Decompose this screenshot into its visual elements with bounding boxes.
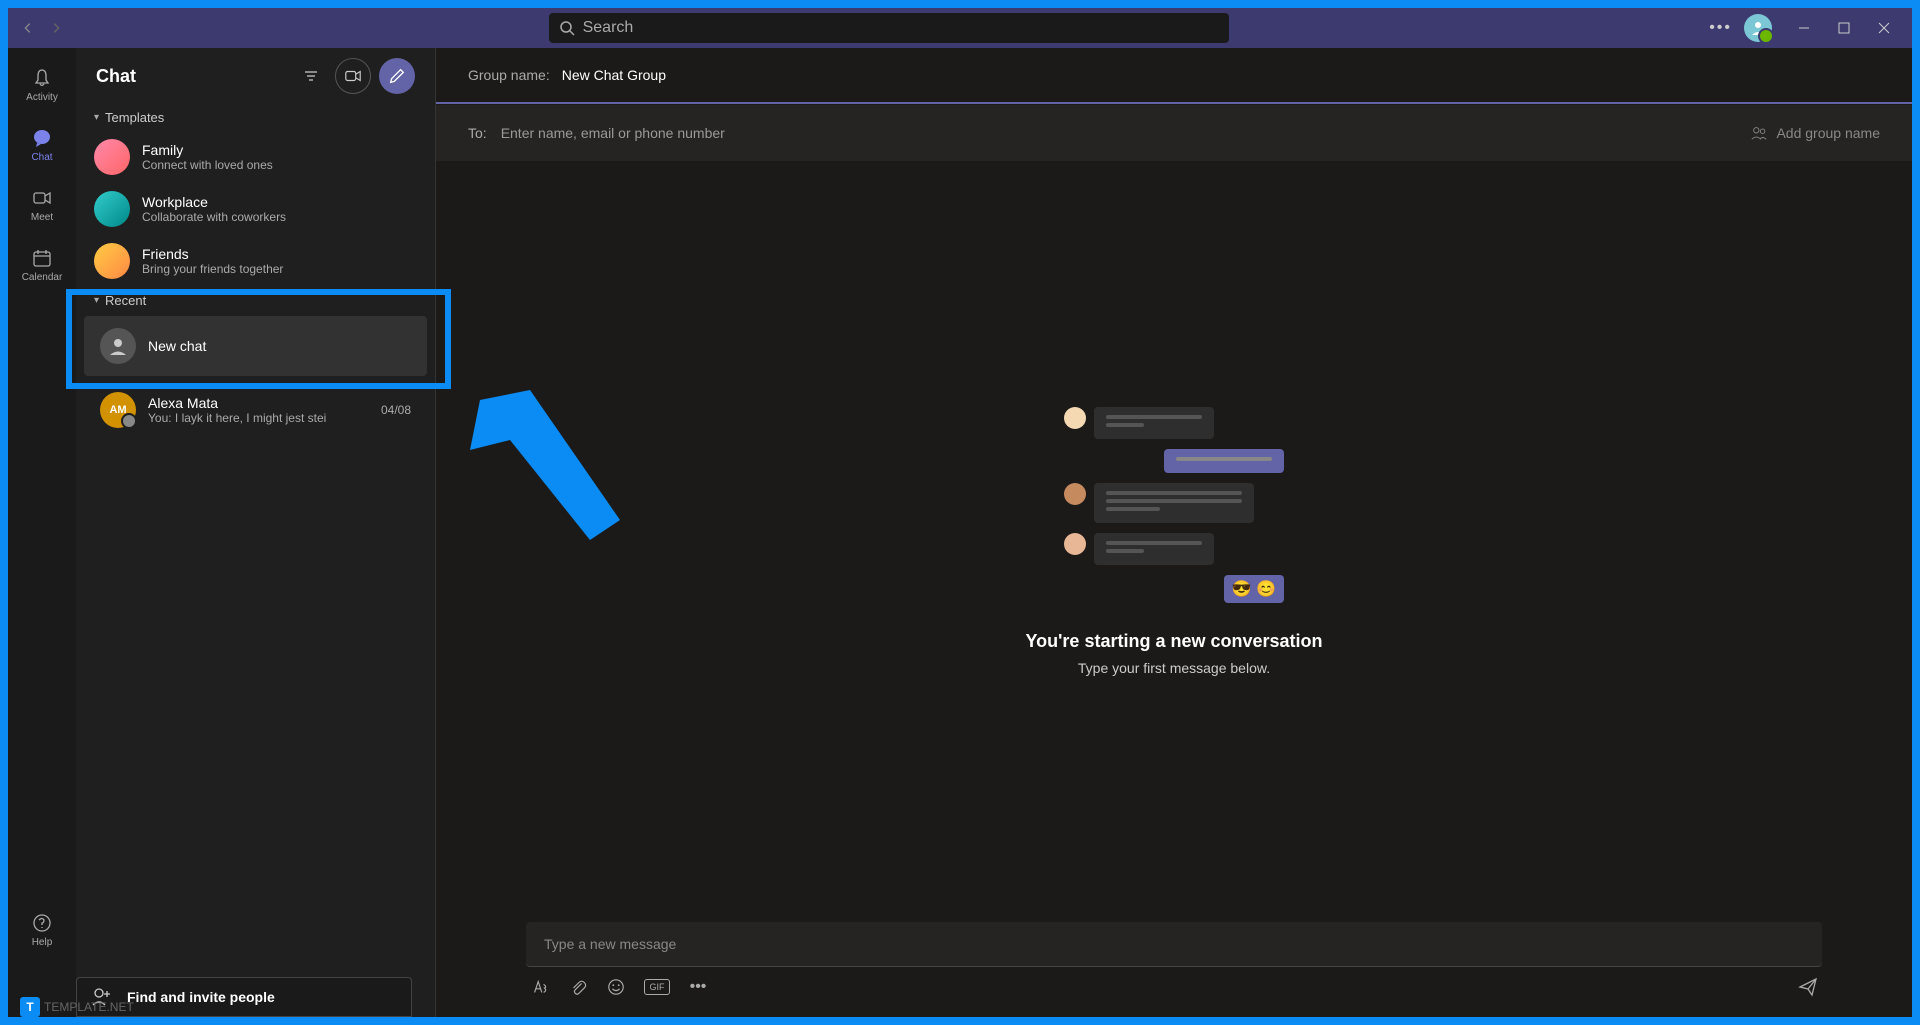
chat-icon <box>30 126 54 150</box>
add-group-name-button[interactable]: Add group name <box>1750 124 1880 142</box>
template-workplace[interactable]: Workplace Collaborate with coworkers <box>76 183 435 235</box>
empty-state-heading: You're starting a new conversation <box>1025 631 1322 652</box>
help-icon <box>30 911 54 935</box>
group-name-input[interactable]: New Chat Group <box>562 67 666 83</box>
contact-avatar: AM <box>100 392 136 428</box>
calendar-icon <box>30 246 54 270</box>
people-icon <box>1750 124 1768 142</box>
maximize-button[interactable] <box>1824 12 1864 44</box>
bell-icon <box>30 66 54 90</box>
meet-now-button[interactable] <box>335 58 371 94</box>
rail-activity[interactable]: Activity <box>8 56 76 112</box>
gif-button[interactable]: GIF <box>644 979 670 995</box>
emoji-button[interactable] <box>606 977 626 997</box>
format-button[interactable] <box>530 977 550 997</box>
more-toolbar-button[interactable]: ••• <box>688 977 708 997</box>
forward-button[interactable] <box>44 16 68 40</box>
search-input[interactable]: Search <box>549 13 1229 43</box>
template-friends[interactable]: Friends Bring your friends together <box>76 235 435 287</box>
title-bar: Search ••• <box>8 8 1912 48</box>
empty-state-illustration: 😎 😊 <box>1064 407 1284 603</box>
recent-alexa-mata[interactable]: AM Alexa Mata You: I layk it here, I mig… <box>84 380 427 440</box>
message-input[interactable]: Type a new message <box>526 922 1822 967</box>
group-name-row: Group name: New Chat Group <box>436 48 1912 104</box>
friends-avatar-icon <box>94 243 130 279</box>
chat-list-panel: Chat Templates Family Connect with loved… <box>76 48 436 1017</box>
rail-help[interactable]: Help <box>8 901 76 957</box>
more-button[interactable]: ••• <box>1709 19 1732 37</box>
group-name-label: Group name: <box>468 67 550 83</box>
conversation-area: Group name: New Chat Group To: Enter nam… <box>436 48 1912 1017</box>
search-placeholder: Search <box>583 19 634 37</box>
empty-state-sub: Type your first message below. <box>1078 660 1270 676</box>
video-icon <box>30 186 54 210</box>
rail-calendar[interactable]: Calendar <box>8 236 76 292</box>
back-button[interactable] <box>16 16 40 40</box>
recent-new-chat[interactable]: New chat <box>84 316 427 376</box>
attach-button[interactable] <box>568 977 588 997</box>
chat-panel-title: Chat <box>96 66 287 87</box>
taskbar-watermark: T TEMPLATE.NET <box>20 997 134 1017</box>
to-label: To: <box>468 125 487 141</box>
filter-button[interactable] <box>295 60 327 92</box>
template-family[interactable]: Family Connect with loved ones <box>76 131 435 183</box>
profile-avatar[interactable] <box>1744 14 1772 42</box>
to-row: To: Enter name, email or phone number Ad… <box>436 105 1912 161</box>
rail-chat[interactable]: Chat <box>8 116 76 172</box>
send-button[interactable] <box>1798 977 1818 997</box>
new-chat-button[interactable] <box>379 58 415 94</box>
close-button[interactable] <box>1864 12 1904 44</box>
templates-section-header[interactable]: Templates <box>76 104 435 131</box>
workplace-avatar-icon <box>94 191 130 227</box>
app-rail: Activity Chat Meet Calendar Help <box>8 48 76 1017</box>
minimize-button[interactable] <box>1784 12 1824 44</box>
to-input[interactable]: Enter name, email or phone number <box>501 125 1737 141</box>
recent-section-header[interactable]: Recent <box>76 287 435 314</box>
compose-toolbar: GIF ••• <box>526 967 1822 997</box>
family-avatar-icon <box>94 139 130 175</box>
rail-meet[interactable]: Meet <box>8 176 76 232</box>
person-icon <box>100 328 136 364</box>
search-icon <box>559 20 575 36</box>
